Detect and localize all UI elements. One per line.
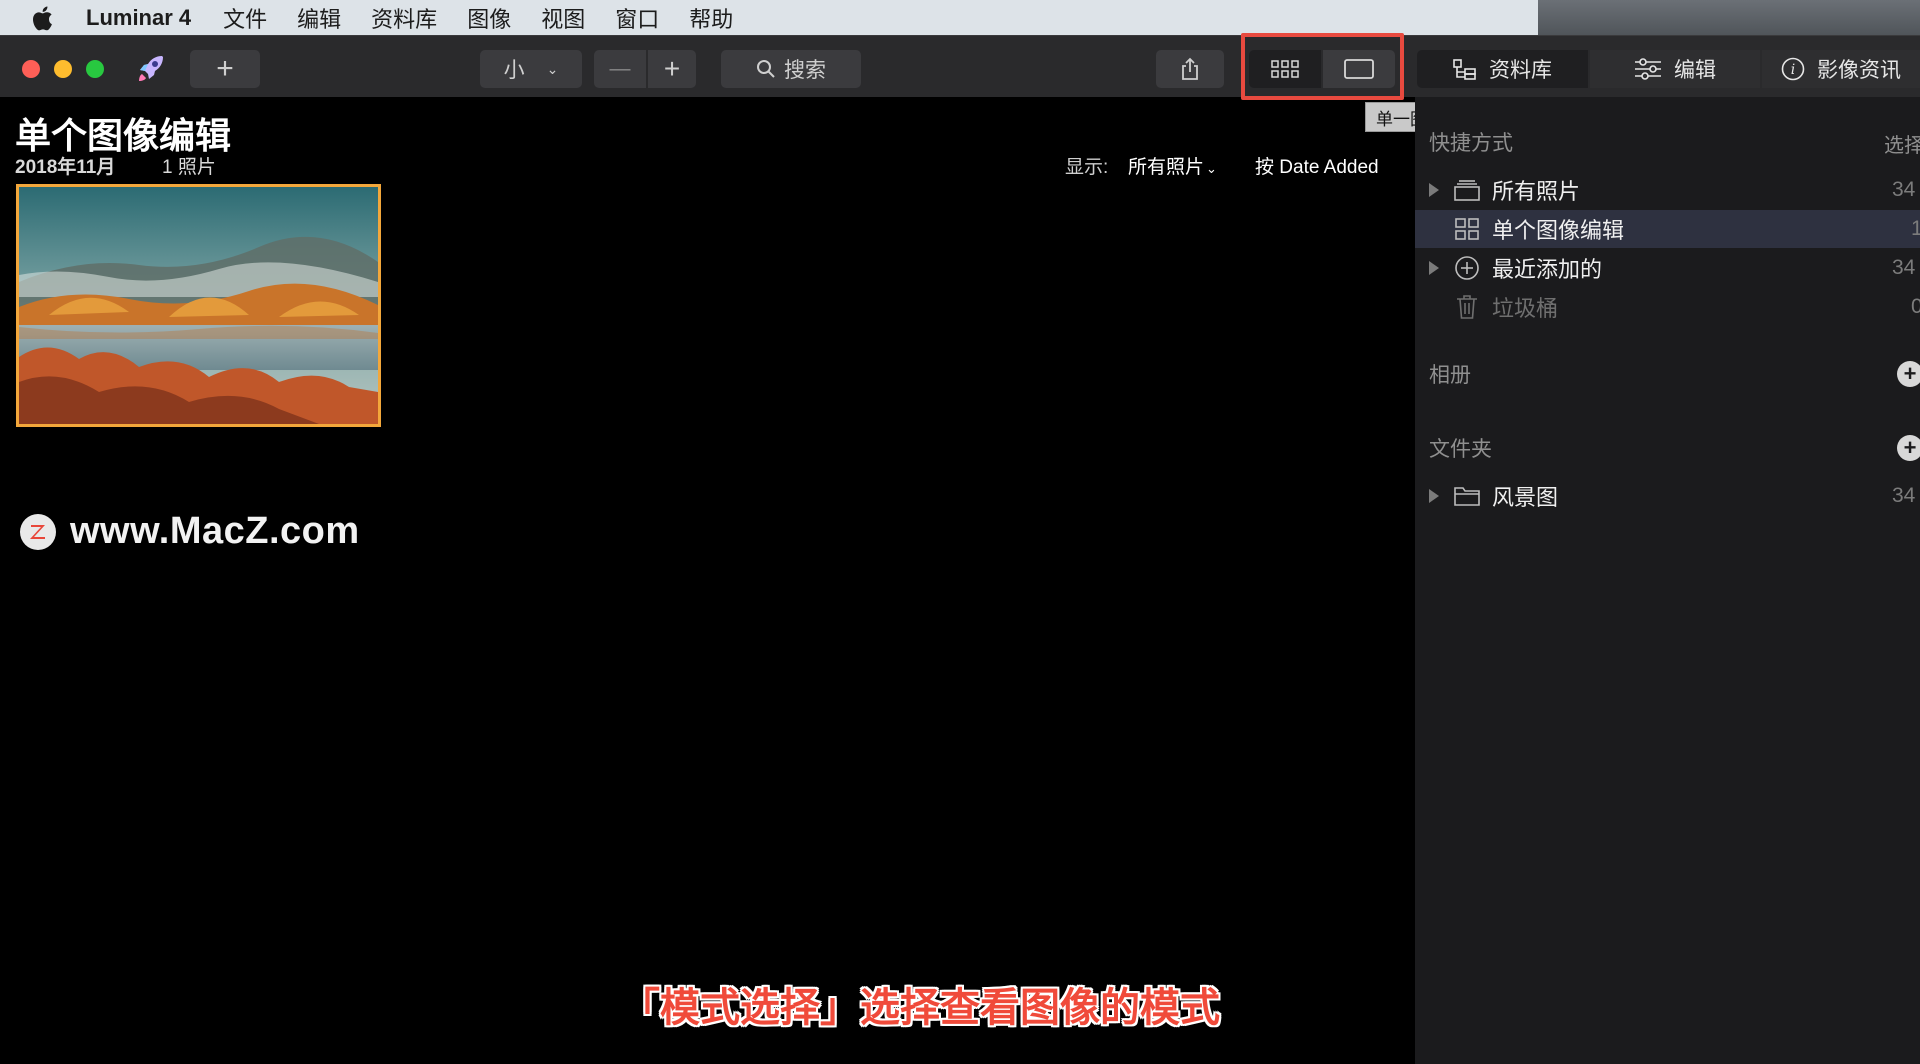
menu-view[interactable]: 视图 bbox=[541, 2, 585, 34]
sidebar-item-trash[interactable]: 垃圾桶 0 bbox=[1415, 288, 1920, 326]
select-link[interactable]: 选择 bbox=[1884, 129, 1920, 158]
sidebar-item-count: 0 bbox=[1911, 295, 1920, 318]
sidebar-item-label: 风景图 bbox=[1492, 485, 1559, 510]
search-button[interactable]: 搜索 bbox=[721, 50, 861, 88]
show-filter-value: 所有照片 bbox=[1128, 157, 1205, 178]
chevron-down-icon: ⌄ bbox=[546, 60, 559, 77]
svg-text:i: i bbox=[1791, 62, 1795, 78]
tab-library[interactable]: 资料库 bbox=[1417, 50, 1588, 88]
sidebar-item-label: 所有照片 bbox=[1492, 179, 1581, 204]
search-icon bbox=[756, 59, 776, 79]
chevron-down-icon: ⌄ bbox=[1206, 161, 1217, 176]
zoom-out-label: — bbox=[609, 57, 631, 80]
sidebar: 快捷方式 选择 所有照片 34 单个图像编辑 1 最近添加的 34 垃圾桶 0 … bbox=[1415, 97, 1920, 1064]
info-icon: i bbox=[1781, 57, 1805, 81]
sidebar-item-count: 34 bbox=[1892, 178, 1916, 201]
grid-icon bbox=[1453, 215, 1481, 243]
tab-library-label: 资料库 bbox=[1489, 59, 1552, 82]
sidebar-item-label: 垃圾桶 bbox=[1492, 296, 1559, 321]
photo-count: 1 照片 bbox=[162, 157, 216, 178]
minimize-window-button[interactable] bbox=[54, 60, 72, 78]
macz-logo-icon bbox=[20, 513, 56, 550]
sidebar-item-count: 34 bbox=[1892, 484, 1916, 507]
toolbar: + 小 ⌄ — + 搜索 资料库 编辑 i 影像资讯 bbox=[0, 35, 1920, 97]
size-select[interactable]: 小 ⌄ bbox=[480, 50, 582, 88]
library-icon bbox=[1453, 58, 1477, 80]
watermark-text: www.MacZ.com bbox=[70, 510, 360, 552]
view-mode-highlight bbox=[1241, 33, 1404, 100]
menu-file[interactable]: 文件 bbox=[223, 2, 267, 34]
folders-section-title: 文件夹 bbox=[1429, 438, 1492, 461]
plus-circle-icon bbox=[1453, 254, 1481, 282]
menu-help[interactable]: 帮助 bbox=[689, 2, 733, 34]
photo-thumbnail[interactable] bbox=[16, 184, 381, 427]
search-label: 搜索 bbox=[784, 59, 826, 82]
watermark: www.MacZ.com bbox=[20, 510, 360, 553]
apple-icon[interactable] bbox=[32, 4, 60, 32]
add-label: + bbox=[216, 52, 234, 85]
size-select-value: 小 bbox=[503, 59, 525, 82]
sliders-icon bbox=[1634, 58, 1662, 80]
desktop-background bbox=[1538, 0, 1920, 35]
add-album-button[interactable]: + bbox=[1897, 361, 1920, 387]
menu-edit[interactable]: 编辑 bbox=[297, 2, 341, 34]
sidebar-item-all-photos[interactable]: 所有照片 34 bbox=[1415, 171, 1920, 209]
close-window-button[interactable] bbox=[22, 60, 40, 78]
disclosure-triangle-icon[interactable] bbox=[1429, 261, 1439, 275]
rocket-icon[interactable] bbox=[134, 52, 168, 91]
zoom-in-label: + bbox=[663, 53, 681, 84]
photo-stack-icon bbox=[1453, 176, 1481, 204]
shortcuts-section-title: 快捷方式 bbox=[1429, 132, 1513, 155]
albums-section-title: 相册 bbox=[1429, 364, 1471, 387]
sidebar-item-single-image-edit[interactable]: 单个图像编辑 1 bbox=[1415, 210, 1920, 248]
sidebar-item-count: 34 bbox=[1892, 256, 1916, 279]
show-filter-label: 显示: bbox=[1065, 157, 1109, 178]
folder-icon bbox=[1453, 482, 1481, 510]
sort-dropdown[interactable]: 按 Date Added bbox=[1255, 152, 1379, 179]
menu-bar: Luminar 4 文件 编辑 资料库 图像 视图 窗口 帮助 bbox=[0, 0, 1538, 35]
trash-icon bbox=[1453, 293, 1481, 321]
share-button[interactable] bbox=[1156, 50, 1224, 88]
sidebar-item-recently-added[interactable]: 最近添加的 34 bbox=[1415, 249, 1920, 287]
date-group-label: 2018年11月 bbox=[15, 157, 116, 178]
tab-info-label: 影像资讯 bbox=[1817, 59, 1901, 82]
disclosure-triangle-icon[interactable] bbox=[1429, 183, 1439, 197]
add-folder-button[interactable]: + bbox=[1897, 435, 1920, 461]
sidebar-item-label: 最近添加的 bbox=[1492, 257, 1603, 282]
main-content: 单个图像编辑 2018年11月 1 照片 显示: 所有照片 ⌄ 按 Date Ad… bbox=[0, 97, 1415, 1064]
tab-edit-label: 编辑 bbox=[1674, 59, 1716, 82]
sidebar-item-label: 单个图像编辑 bbox=[1492, 218, 1625, 243]
sidebar-item-folder[interactable]: 风景图 34 bbox=[1415, 477, 1920, 515]
show-filter-dropdown[interactable]: 所有照片 ⌄ bbox=[1128, 152, 1217, 179]
tab-edit[interactable]: 编辑 bbox=[1590, 50, 1760, 88]
disclosure-triangle-icon[interactable] bbox=[1429, 489, 1439, 503]
zoom-out-button[interactable]: — bbox=[594, 50, 646, 88]
sidebar-item-count: 1 bbox=[1911, 217, 1920, 240]
menu-library[interactable]: 资料库 bbox=[371, 2, 437, 34]
menu-window[interactable]: 窗口 bbox=[615, 2, 659, 34]
menu-image[interactable]: 图像 bbox=[467, 2, 511, 34]
menu-app-name[interactable]: Luminar 4 bbox=[86, 5, 191, 31]
add-button[interactable]: + bbox=[190, 50, 260, 88]
zoom-in-button[interactable]: + bbox=[648, 50, 696, 88]
tab-info[interactable]: i 影像资讯 bbox=[1762, 50, 1920, 88]
zoom-window-button[interactable] bbox=[86, 60, 104, 78]
share-icon bbox=[1180, 57, 1200, 81]
